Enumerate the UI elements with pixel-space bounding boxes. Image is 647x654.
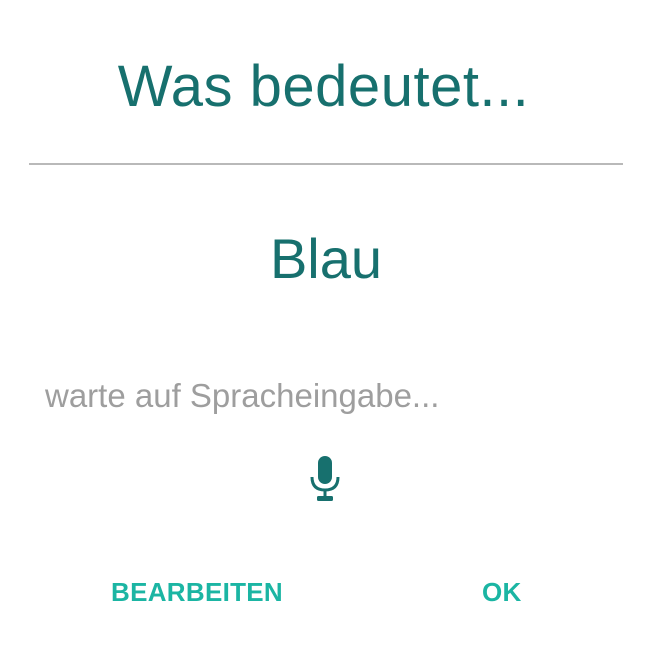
query-word: Blau [269,227,383,290]
ok-button[interactable]: OK [482,570,522,614]
title-divider [29,163,623,165]
edit-button[interactable]: BEARBEITEN [111,570,283,614]
microphone-icon[interactable] [309,456,341,502]
speech-status-text: warte auf Spracheingabe... [45,377,440,414]
dialog-title: Was bedeutet... [117,54,530,119]
translation-dialog: Was bedeutet... Blau warte auf Sprachein… [0,0,647,654]
